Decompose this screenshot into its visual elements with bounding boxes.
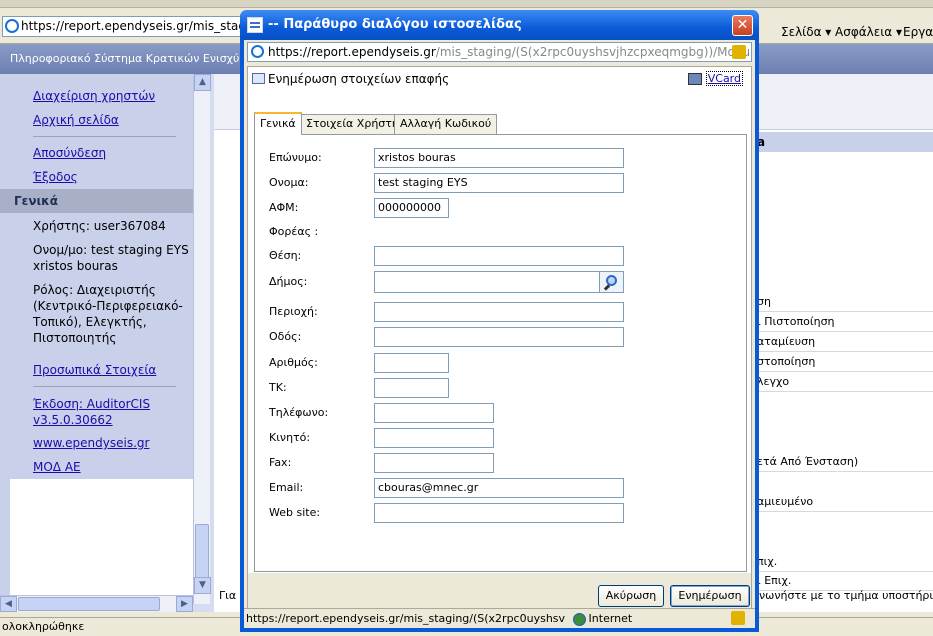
label-phone: Τηλέφωνο: bbox=[269, 406, 329, 419]
hscroll-thumb[interactable] bbox=[18, 597, 160, 611]
fax-input[interactable] bbox=[374, 453, 494, 473]
link-personal-info[interactable]: Προσωπικά Στοιχεία bbox=[33, 363, 156, 377]
page-menu[interactable]: Σελίδα ▾ bbox=[781, 25, 831, 39]
label-position: Θέση: bbox=[269, 249, 302, 262]
sidebar-hscrollbar[interactable]: ◀ ▶ bbox=[0, 595, 193, 612]
vcard-icon bbox=[687, 73, 702, 85]
favorites-bar bbox=[0, 0, 933, 8]
sidebar: Διαχείριση χρηστών Αρχική σελίδα Αποσύνδ… bbox=[0, 74, 214, 612]
scroll-down-icon[interactable]: ▼ bbox=[194, 577, 211, 594]
form-title: Ενημέρωση στοιχείων επαφής bbox=[268, 72, 450, 86]
section-general: Γενικά bbox=[0, 189, 193, 213]
ie-icon bbox=[251, 45, 264, 58]
dialog-titlebar[interactable]: -- Παράθυρο διαλόγου ιστοσελίδας ✕ bbox=[240, 10, 759, 40]
tab-panel-general: Επώνυμο: xristos bouras Ονομα: test stagin… bbox=[254, 134, 747, 572]
street-input[interactable] bbox=[374, 327, 624, 347]
table-row[interactable]: ι Πιστοποίηση bbox=[754, 312, 933, 332]
lock-icon bbox=[732, 45, 746, 59]
afm-input[interactable]: 000000000 bbox=[374, 198, 449, 218]
label-surname: Επώνυμο: bbox=[269, 151, 322, 164]
zone-label: Internet bbox=[588, 612, 633, 625]
scroll-thumb[interactable] bbox=[195, 524, 209, 582]
tab-change-password[interactable]: Αλλαγή Κωδικού bbox=[394, 114, 498, 134]
number-input[interactable] bbox=[374, 353, 449, 373]
link-home[interactable]: Αρχική σελίδα bbox=[33, 113, 119, 127]
tools-menu[interactable]: Εργαλ bbox=[903, 25, 933, 39]
cancel-button[interactable]: Ακύρωση bbox=[598, 585, 664, 607]
label-area: Περιοχή: bbox=[269, 305, 318, 318]
table-header: а bbox=[754, 132, 933, 152]
label-municipality: Δήμος: bbox=[269, 275, 308, 288]
footer-text-right: νωνήστε με το τμήμα υποστήριξης bbox=[759, 589, 933, 602]
postcode-input[interactable] bbox=[374, 378, 449, 398]
label-mobile: Κινητό: bbox=[269, 431, 311, 444]
ie-icon bbox=[5, 19, 19, 33]
divider bbox=[33, 386, 176, 387]
label-firstname: Ονομα: bbox=[269, 176, 309, 189]
status-url: https://report.ependyseis.gr/mis_staging… bbox=[246, 612, 566, 625]
surname-input[interactable]: xristos bouras bbox=[374, 148, 624, 168]
municipality-input[interactable] bbox=[374, 271, 600, 293]
scroll-right-icon[interactable]: ▶ bbox=[176, 596, 193, 612]
tab-user-details[interactable]: Στοιχεία Χρήστη bbox=[300, 114, 405, 134]
label-number: Αριθμός: bbox=[269, 356, 318, 369]
label-street: Οδός: bbox=[269, 330, 302, 343]
scroll-left-icon[interactable]: ◀ bbox=[0, 596, 17, 612]
label-foreas: Φορέας : bbox=[269, 225, 319, 238]
scroll-up-icon[interactable]: ▲ bbox=[194, 74, 211, 91]
area-input[interactable] bbox=[374, 302, 624, 322]
dialog-content: Ενημέρωση στοιχείων επαφής VCard Γενικά … bbox=[247, 66, 752, 626]
update-button[interactable]: Ενημέρωση bbox=[670, 585, 750, 607]
link-version[interactable]: Έκδοση: AuditorCIS v3.5.0.30662 bbox=[33, 396, 173, 428]
internet-zone-icon bbox=[572, 612, 586, 626]
divider bbox=[33, 136, 176, 137]
table-row[interactable]: στοποίηση bbox=[754, 352, 933, 372]
position-input[interactable] bbox=[374, 246, 624, 266]
user-fullname: Ονομ/μο: test staging EYS xristos bouras bbox=[33, 243, 189, 273]
table-row[interactable]: αταμίευση bbox=[754, 332, 933, 352]
label-website: Web site: bbox=[269, 506, 321, 519]
dialog-body: https://report.ependyseis.gr/mis_staging… bbox=[244, 40, 755, 628]
tab-general[interactable]: Γενικά bbox=[254, 112, 302, 135]
website-input[interactable] bbox=[374, 503, 624, 523]
dialog-title: -- Παράθυρο διαλόγου ιστοσελίδας bbox=[268, 17, 522, 32]
sidebar-scrollbar[interactable]: ▲ ▼ bbox=[193, 74, 211, 604]
table-row[interactable]: λεγχο bbox=[754, 372, 933, 392]
link-mod[interactable]: ΜΟΔ ΑΕ bbox=[33, 460, 81, 474]
link-website[interactable]: www.ependyseis.gr bbox=[33, 436, 149, 450]
label-fax: Fax: bbox=[269, 456, 292, 469]
window-icon bbox=[247, 17, 263, 33]
dialog-status-bar: https://report.ependyseis.gr/mis_staging… bbox=[244, 608, 755, 628]
phone-input[interactable] bbox=[374, 403, 494, 423]
table-row[interactable]: ετά Από Ένσταση) bbox=[754, 452, 933, 472]
user-role: Ρόλος: Διαχειριστής (Κεντρικό-Περιφερεια… bbox=[33, 283, 183, 345]
table-row[interactable]: ι Επιχ. bbox=[754, 571, 933, 591]
table-row[interactable]: αμιευμένο bbox=[754, 492, 933, 512]
link-exit[interactable]: Έξοδος bbox=[33, 170, 78, 184]
label-email: Email: bbox=[269, 481, 304, 494]
table-row[interactable]: πιχ. bbox=[754, 552, 933, 572]
label-afm: ΑΦΜ: bbox=[269, 201, 299, 214]
lock-icon bbox=[731, 611, 745, 625]
label-postcode: ΤΚ: bbox=[269, 381, 287, 394]
safety-menu[interactable]: Ασφάλεια ▾ bbox=[835, 25, 902, 39]
form-header: Ενημέρωση στοιχείων επαφής VCard bbox=[248, 67, 751, 91]
table-row[interactable]: ση bbox=[754, 292, 933, 312]
email-input[interactable]: cbouras@mnec.gr bbox=[374, 478, 624, 498]
firstname-input[interactable]: test staging EYS bbox=[374, 173, 624, 193]
link-logout[interactable]: Αποσύνδεση bbox=[33, 146, 106, 160]
contact-card-icon bbox=[252, 73, 265, 84]
close-button[interactable]: ✕ bbox=[732, 15, 753, 36]
web-dialog: -- Παράθυρο διαλόγου ιστοσελίδας ✕ https… bbox=[240, 10, 759, 632]
user-info: Χρήστης: user367084 bbox=[33, 219, 166, 233]
address-bar[interactable]: https://report.ependyseis.gr/mis_staging… bbox=[2, 16, 247, 37]
sidebar-panel: Διαχείριση χρηστών Αρχική σελίδα Αποσύνδ… bbox=[0, 74, 193, 604]
search-icon[interactable] bbox=[599, 271, 624, 293]
link-user-management[interactable]: Διαχείριση χρηστών bbox=[33, 89, 155, 103]
vcard-link[interactable]: VCard bbox=[687, 67, 743, 91]
mobile-input[interactable] bbox=[374, 428, 494, 448]
dialog-address-bar: https://report.ependyseis.gr/mis_staging… bbox=[247, 42, 752, 62]
